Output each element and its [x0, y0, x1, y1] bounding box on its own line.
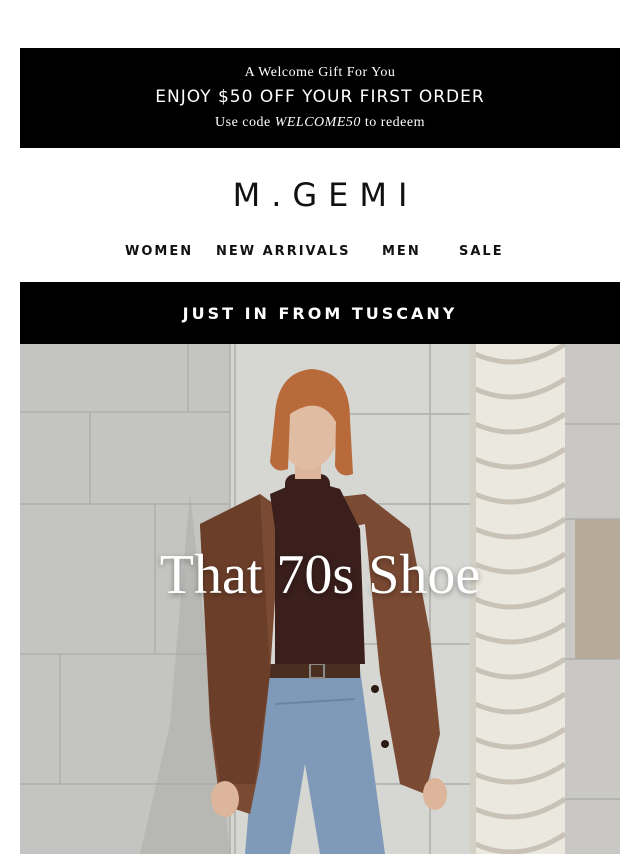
- promo-banner[interactable]: A Welcome Gift For You ENJOY $50 OFF YOU…: [20, 48, 620, 148]
- nav-item-women[interactable]: WOMEN: [125, 244, 193, 259]
- hero-title: That 70s Shoe: [159, 544, 481, 606]
- collection-banner-label: JUST IN FROM TUSCANY: [182, 303, 458, 323]
- promo-code: WELCOME50: [274, 115, 361, 130]
- promo-code-line: Use code WELCOME50 to redeem: [20, 115, 620, 131]
- promo-headline: ENJOY $50 OFF YOUR FIRST ORDER: [155, 87, 485, 107]
- nav-item-men[interactable]: MEN: [382, 244, 421, 259]
- nav-item-new-arrivals[interactable]: NEW ARRIVALS: [216, 244, 350, 259]
- main-nav: WOMEN NEW ARRIVALS MEN SALE: [0, 244, 640, 262]
- brand-logo[interactable]: M.GEMI: [0, 176, 640, 214]
- collection-banner[interactable]: JUST IN FROM TUSCANY: [20, 282, 620, 344]
- nav-item-sale[interactable]: SALE: [459, 244, 504, 259]
- promo-code-suffix: to redeem: [360, 115, 425, 130]
- promo-eyebrow: A Welcome Gift For You: [244, 65, 396, 80]
- promo-code-prefix: Use code: [215, 115, 275, 130]
